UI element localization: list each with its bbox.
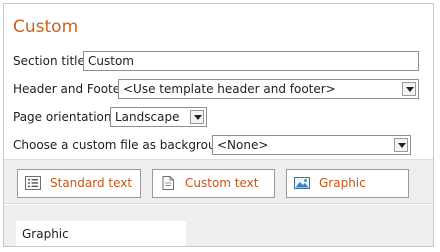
- section-title-label: Section title:: [13, 54, 89, 68]
- graphic-block-label: Graphic: [22, 227, 69, 241]
- orientation-value: Landscape: [115, 110, 180, 124]
- content-type-toolbar: Standard text Custom text Graphic: [4, 159, 433, 204]
- background-file-value: <None>: [217, 138, 269, 152]
- picture-icon: [294, 177, 310, 189]
- chevron-down-icon[interactable]: [394, 138, 408, 152]
- chevron-down-icon[interactable]: [190, 110, 204, 124]
- header-footer-value: <Use template header and footer>: [123, 82, 336, 96]
- document-icon: [162, 176, 174, 190]
- orientation-label: Page orientation:: [13, 110, 116, 124]
- graphic-button[interactable]: Graphic: [286, 169, 409, 198]
- section-title-input[interactable]: Custom: [83, 51, 419, 71]
- graphic-block[interactable]: Graphic: [16, 221, 186, 246]
- list-icon: [25, 176, 41, 190]
- standard-text-button-label: Standard text: [50, 176, 133, 190]
- background-file-select[interactable]: <None>: [212, 135, 411, 155]
- header-footer-select[interactable]: <Use template header and footer>: [118, 79, 419, 99]
- custom-text-button-label: Custom text: [185, 176, 259, 190]
- header-footer-label: Header and Footer:: [13, 82, 129, 96]
- panel-title: Custom: [13, 17, 79, 37]
- custom-text-button[interactable]: Custom text: [152, 169, 275, 198]
- custom-section-panel: Custom Section title: Custom Header and …: [3, 3, 434, 247]
- standard-text-button[interactable]: Standard text: [17, 169, 141, 198]
- orientation-select[interactable]: Landscape: [110, 107, 207, 127]
- chevron-down-icon[interactable]: [402, 82, 416, 96]
- background-file-label: Choose a custom file as background:: [13, 138, 235, 152]
- graphic-button-label: Graphic: [319, 176, 366, 190]
- content-area: Graphic: [4, 205, 433, 246]
